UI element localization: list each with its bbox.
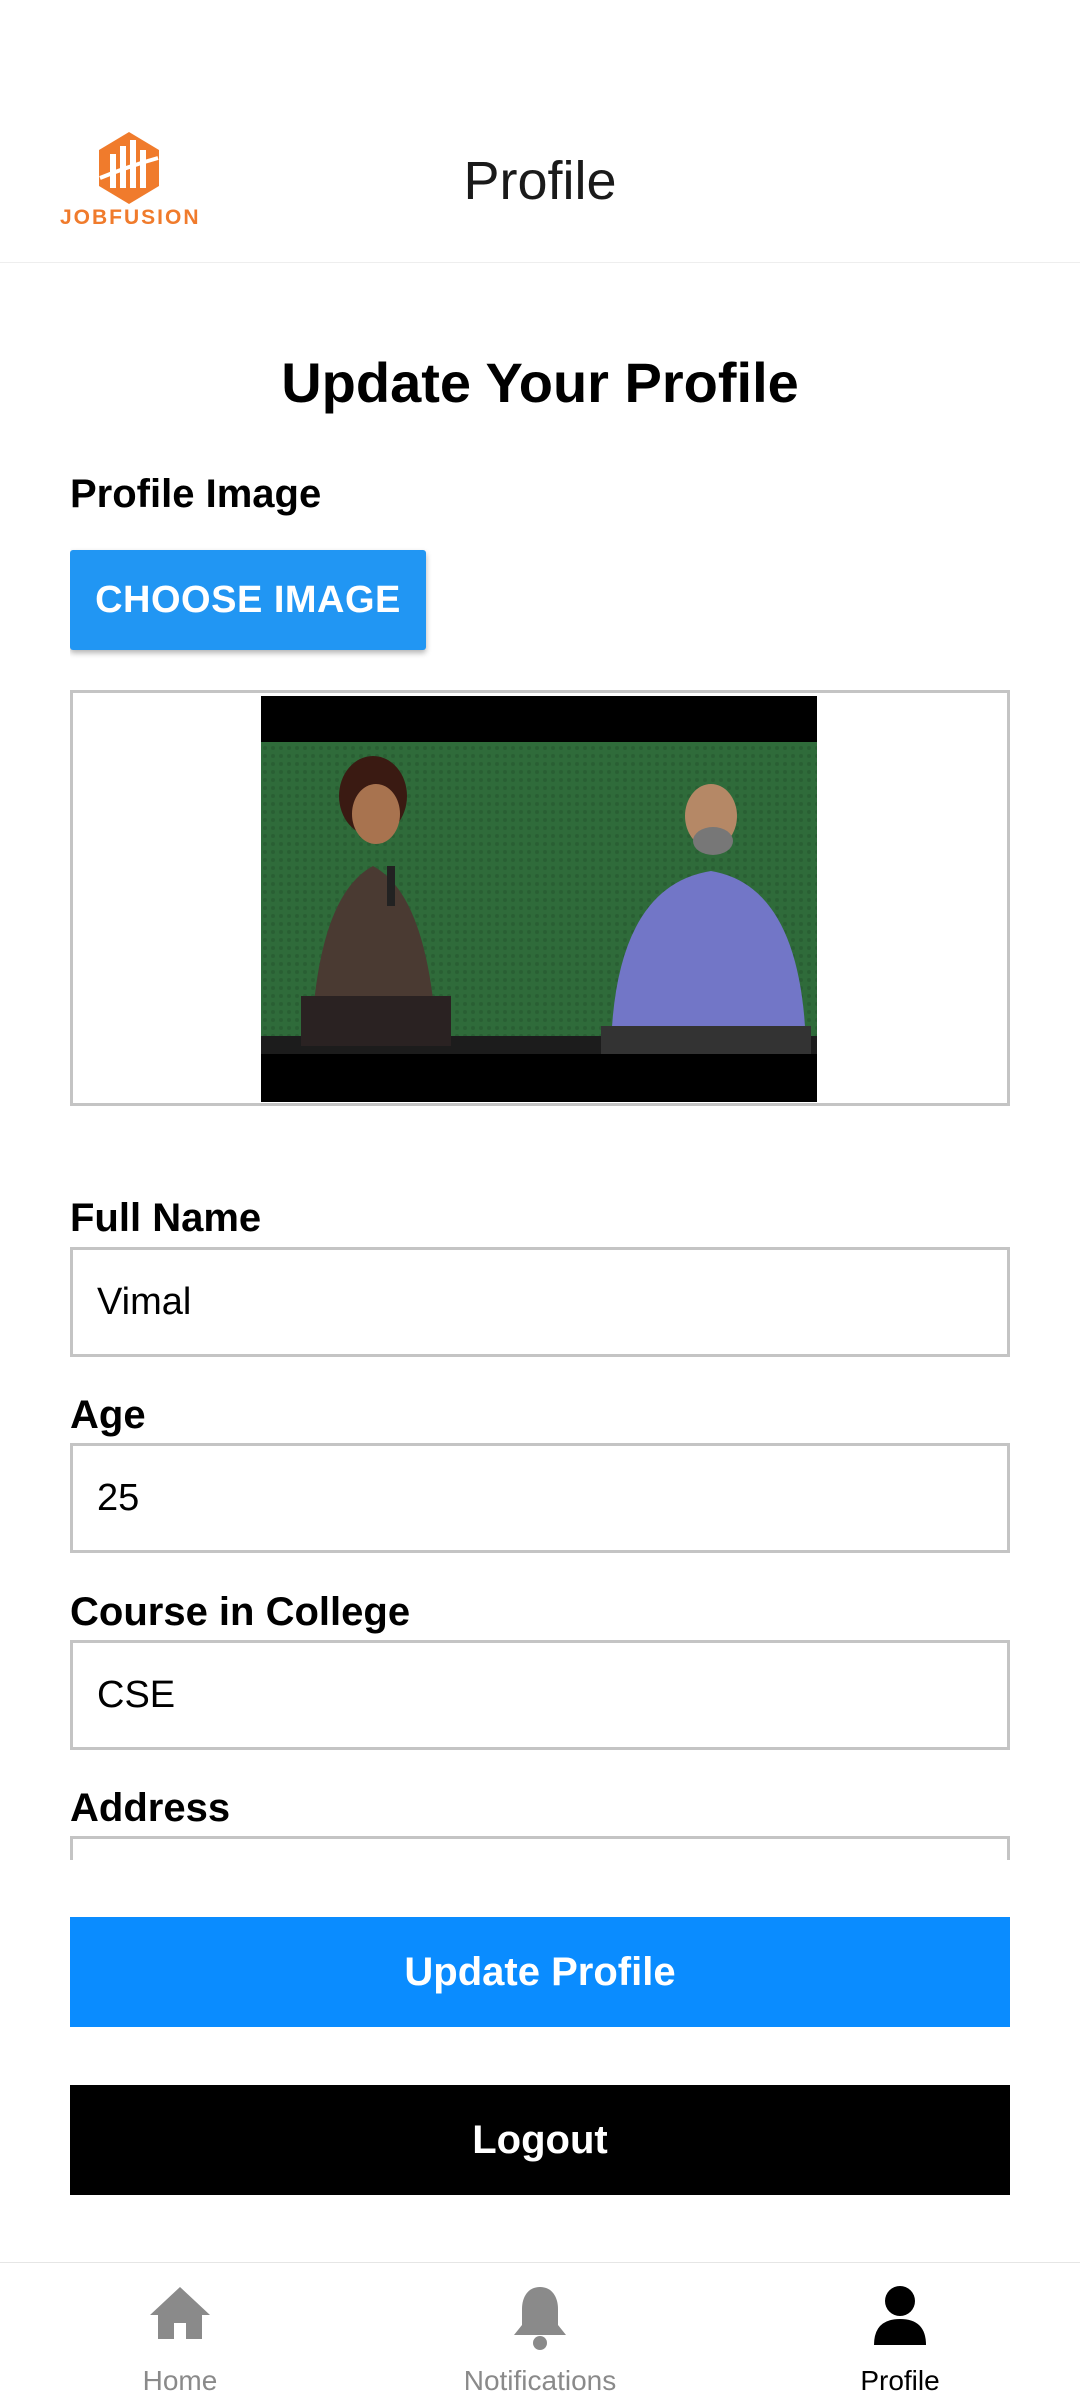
form-title: Update Your Profile xyxy=(281,351,799,414)
page-title: Profile xyxy=(463,151,617,211)
profile-image-label: Profile Image xyxy=(70,472,322,516)
full-name-input[interactable]: Vimal xyxy=(70,1247,1010,1357)
app-header: JOBFUSION Profile xyxy=(0,0,1080,263)
address-input[interactable] xyxy=(70,1836,1010,1860)
profile-photo xyxy=(261,696,817,1102)
tab-home[interactable]: Home xyxy=(30,2263,330,2401)
age-input[interactable]: 25 xyxy=(70,1443,1010,1553)
choose-image-button[interactable]: CHOOSE IMAGE xyxy=(70,550,426,650)
profile-form: Update Your Profile Profile Image CHOOSE… xyxy=(70,262,1010,1860)
logout-button[interactable]: Logout xyxy=(70,2085,1010,2195)
update-profile-button[interactable]: Update Profile xyxy=(70,1917,1010,2027)
tab-profile[interactable]: Profile xyxy=(750,2263,1050,2401)
profile-image-preview xyxy=(70,690,1010,1106)
home-icon xyxy=(150,2287,210,2339)
bottom-tab-bar: Home Notifications Profile xyxy=(0,2262,1080,2401)
course-input[interactable]: CSE xyxy=(70,1640,1010,1750)
full-name-label: Full Name xyxy=(70,1196,262,1240)
bell-icon xyxy=(514,2287,566,2350)
address-label: Address xyxy=(70,1786,231,1830)
tab-profile-label: Profile xyxy=(860,2365,940,2396)
tab-notifications-label: Notifications xyxy=(463,2365,617,2396)
tab-home-label: Home xyxy=(142,2365,218,2396)
age-label: Age xyxy=(70,1393,146,1437)
person-icon xyxy=(874,2286,926,2345)
course-label: Course in College xyxy=(70,1590,411,1634)
tab-notifications[interactable]: Notifications xyxy=(390,2263,690,2401)
